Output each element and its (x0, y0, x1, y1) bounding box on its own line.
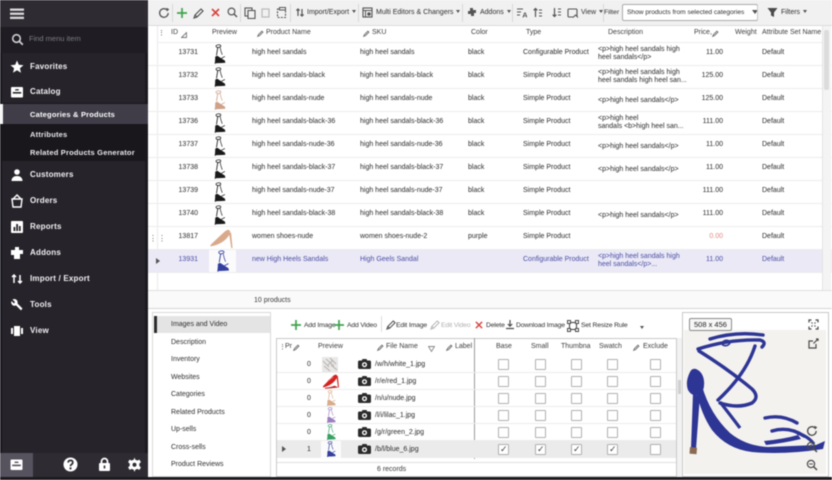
svg-text:A: A (522, 11, 527, 19)
